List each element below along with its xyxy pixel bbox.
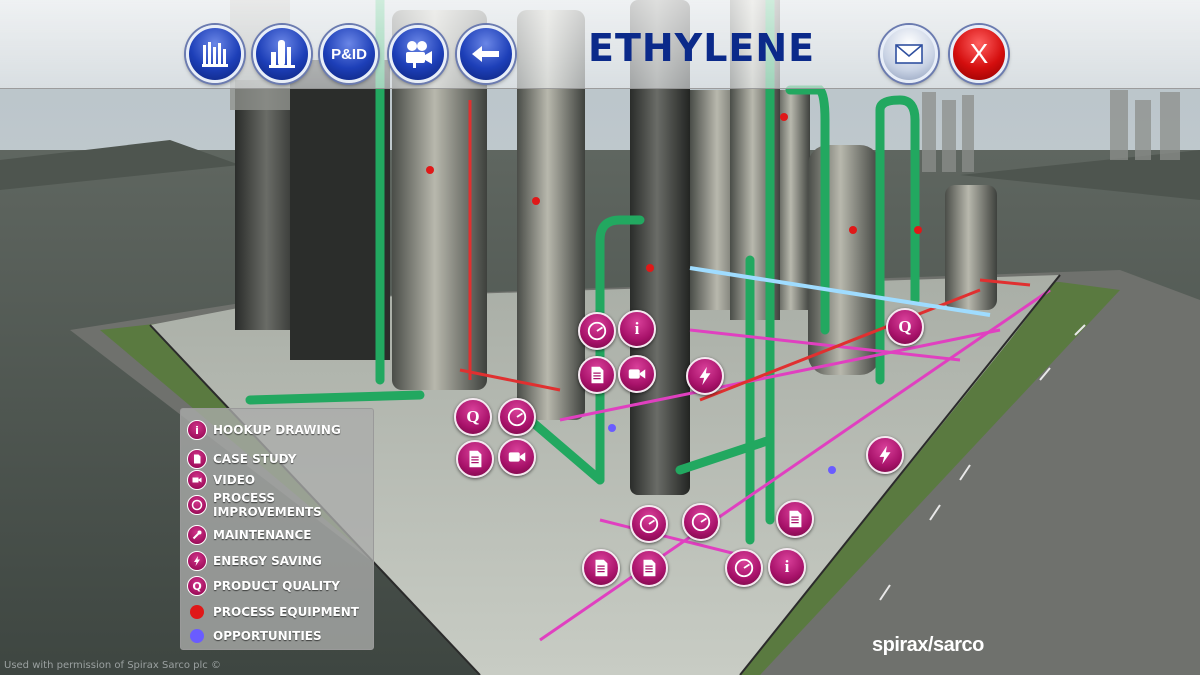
legend-label: OPPORTUNITIES — [213, 629, 322, 643]
energy-saving-hotspot[interactable] — [686, 357, 724, 395]
legend-label: PROCESS EQUIPMENT — [213, 605, 359, 619]
process-equipment-marker[interactable] — [849, 226, 857, 234]
lightning-icon — [879, 445, 891, 465]
product-quality-hotspot[interactable]: Q — [886, 308, 924, 346]
gauge-icon — [507, 407, 527, 427]
case-study-hotspot[interactable] — [776, 500, 814, 538]
video-icon — [628, 369, 646, 379]
process-equipment-marker[interactable] — [780, 113, 788, 121]
legend-label: CASE STUDY — [213, 452, 297, 466]
document-icon — [187, 449, 207, 469]
case-study-hotspot[interactable] — [630, 549, 668, 587]
info-icon: i — [187, 420, 207, 440]
legend-item-maintenance: MAINTENANCE — [187, 525, 312, 545]
hookup-drawing-hotspot[interactable]: i — [768, 548, 806, 586]
lightning-icon — [187, 551, 207, 571]
legend-label: PROCESS IMPROVEMENTS — [213, 491, 322, 519]
blue-dot-icon — [190, 629, 204, 643]
info-icon: i — [784, 557, 790, 576]
hookup-drawing-hotspot[interactable]: i — [618, 310, 656, 348]
opportunity-marker[interactable] — [828, 466, 836, 474]
process-improvements-hotspot[interactable] — [630, 505, 668, 543]
process-equipment-marker[interactable] — [646, 264, 654, 272]
pid-label: P&ID — [331, 45, 367, 63]
close-button[interactable]: X — [950, 25, 1008, 83]
quality-icon: Q — [187, 576, 207, 596]
envelope-icon — [895, 44, 923, 64]
opportunity-marker[interactable] — [608, 424, 616, 432]
video-icon — [187, 470, 207, 490]
plant-icon — [202, 42, 228, 67]
legend-label: MAINTENANCE — [213, 528, 312, 542]
document-icon — [789, 510, 802, 528]
legend-panel: i HOOKUP DRAWING CASE STUDY VIDEO PROCES… — [180, 408, 374, 650]
gauge-icon — [734, 558, 754, 578]
legend-label: HOOKUP DRAWING — [213, 423, 341, 437]
legend-item-process-equipment: PROCESS EQUIPMENT — [187, 605, 359, 619]
video-camera-icon — [406, 41, 432, 68]
legend-item-opportunities: OPPORTUNITIES — [187, 629, 322, 643]
process-equipment-marker[interactable] — [532, 197, 540, 205]
legend-label: VIDEO — [213, 473, 256, 487]
case-study-hotspot[interactable] — [578, 356, 616, 394]
document-icon — [643, 559, 656, 577]
plant-overview-button[interactable] — [186, 25, 244, 83]
process-improvements-hotspot[interactable] — [682, 503, 720, 541]
legend-item-process-improvements: PROCESS IMPROVEMENTS — [187, 491, 323, 519]
page-title: ETHYLENE — [588, 26, 816, 70]
info-icon: i — [634, 319, 640, 338]
video-camera-button[interactable] — [389, 25, 447, 83]
close-icon: X — [969, 38, 989, 69]
quality-icon: Q — [466, 407, 480, 426]
case-study-hotspot[interactable] — [582, 549, 620, 587]
legend-item-energy-saving: ENERGY SAVING — [187, 551, 322, 571]
legend-label: PRODUCT QUALITY — [213, 579, 340, 593]
gauge-icon — [639, 514, 659, 534]
gauge-icon — [691, 512, 711, 532]
gauge-icon — [187, 495, 207, 515]
column-icon — [269, 40, 295, 68]
video-icon — [508, 452, 526, 462]
case-study-hotspot[interactable] — [456, 440, 494, 478]
document-icon — [469, 450, 482, 468]
energy-saving-hotspot[interactable] — [866, 436, 904, 474]
distillation-column-button[interactable] — [253, 25, 311, 83]
quality-icon: Q — [898, 317, 912, 336]
legend-item-hookup-drawing: i HOOKUP DRAWING — [187, 420, 341, 440]
pid-button[interactable]: P&ID — [320, 25, 378, 83]
back-button[interactable] — [457, 25, 515, 83]
lightning-icon — [699, 366, 711, 386]
process-equipment-marker[interactable] — [426, 166, 434, 174]
legend-item-video: VIDEO — [187, 470, 255, 490]
credit-text: Used with permission of Spirax Sarco plc… — [4, 660, 221, 671]
process-improvements-hotspot[interactable] — [498, 398, 536, 436]
document-icon — [591, 366, 604, 384]
legend-item-product-quality: Q PRODUCT QUALITY — [187, 576, 340, 596]
gauge-icon — [587, 321, 607, 341]
product-quality-hotspot[interactable]: Q — [454, 398, 492, 436]
process-improvements-hotspot[interactable] — [578, 312, 616, 350]
legend-label: ENERGY SAVING — [213, 554, 322, 568]
video-hotspot[interactable] — [618, 355, 656, 393]
video-hotspot[interactable] — [498, 438, 536, 476]
brand-logo: spirax/sarco — [872, 634, 984, 656]
wrench-icon — [187, 525, 207, 545]
process-equipment-marker[interactable] — [914, 226, 922, 234]
legend-item-case-study: CASE STUDY — [187, 449, 296, 469]
arrow-left-icon — [472, 46, 499, 62]
mail-button[interactable] — [880, 25, 938, 83]
red-dot-icon — [190, 605, 204, 619]
document-icon — [595, 559, 608, 577]
process-improvements-hotspot[interactable] — [725, 549, 763, 587]
